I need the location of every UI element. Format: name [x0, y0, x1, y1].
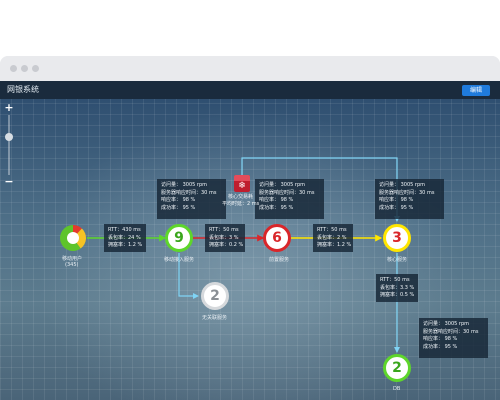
stat-row: 拥塞率：1.2 %	[317, 242, 352, 249]
core-node[interactable]: 3	[383, 224, 411, 252]
alert-label-line1: 核心交易耗	[228, 194, 254, 200]
stat-row: 访问量： 3005 rpm	[161, 182, 208, 188]
stat-row: 成功率： 95 %	[423, 343, 458, 350]
frontend-node[interactable]: 6	[263, 224, 291, 252]
service-stats-panel-access: 访问量： 3005 rpm 服务器响应时间：30 ms 响应率： 98 % 成功…	[157, 179, 226, 219]
link-stats-panel-front-core: RTT：50 ms 丢包率：2 % 拥塞率：1.2 %	[313, 224, 353, 252]
stat-row: 成功率： 95 %	[379, 204, 414, 211]
frontend-label: 前置服务	[269, 257, 290, 263]
link-stats-panel-core-db: RTT：50 ms 丢包率：3.3 % 拥塞率：0.5 %	[376, 274, 418, 302]
mobile-user-pie-hole	[67, 232, 79, 244]
stat-row: 访问量： 3005 rpm	[259, 182, 306, 188]
stat-row: 响应率： 98 %	[379, 197, 414, 204]
link-stats-panel-user-access: RTT：430 ms 丢包率：24 % 拥塞率：1.2 %	[104, 224, 146, 252]
mobile-access-node[interactable]: 9	[165, 224, 193, 252]
mobile-user-label: 移动用户	[62, 256, 83, 262]
alert-label-line2: 平均时延：2 ms	[222, 201, 260, 207]
stat-row: 响应率： 98 %	[259, 197, 294, 204]
window-dot[interactable]	[10, 65, 17, 72]
link-stats-panel-access-front: RTT：50 ms 丢包率：3 % 拥塞率：0.2 %	[205, 224, 245, 252]
stat-row: 响应率： 98 %	[161, 197, 196, 204]
service-stats-panel-core: 访问量： 3005 rpm 服务器响应时间：30 ms 响应率： 98 % 成功…	[375, 179, 444, 219]
stat-row: 访问量： 3005 rpm	[379, 182, 426, 188]
mobile-user-count: (345)	[65, 262, 79, 268]
stat-row: RTT：50 ms	[380, 277, 410, 283]
snowflake-alert-icon: ❄	[238, 181, 246, 191]
core-label: 核心服务	[387, 257, 408, 263]
window-dot[interactable]	[21, 65, 28, 72]
stat-row: RTT：50 ms	[317, 227, 347, 233]
db-node[interactable]: 2	[383, 354, 411, 382]
browser-chrome	[0, 56, 500, 81]
topology-app: 网银系统 编辑 + − 访问量： 3005 rpm 服务器响应时间：30 ms …	[0, 81, 500, 400]
mobile-user-pie[interactable]	[59, 224, 87, 252]
stat-row: 拥塞率：0.2 %	[209, 242, 244, 249]
service-stats-panel-db: 访问量： 3005 rpm 服务器响应时间：30 ms 响应率： 98 % 成功…	[419, 318, 488, 358]
unrelated-label: 无关联服务	[202, 315, 228, 321]
stat-row: RTT：50 ms	[209, 227, 239, 233]
stat-row: 拥塞率：1.2 %	[108, 242, 143, 249]
window-dot[interactable]	[32, 65, 39, 72]
stat-row: 拥塞率：0.5 %	[380, 292, 415, 299]
browser-window: 网银系统 编辑 + − 访问量： 3005 rpm 服务器响应时间：30 ms …	[0, 56, 500, 400]
stat-row: 访问量： 3005 rpm	[423, 321, 470, 327]
stat-row: RTT：430 ms	[108, 227, 141, 233]
mobile-access-label: 移动接入服务	[164, 257, 195, 263]
unrelated-node[interactable]: 2	[201, 282, 229, 310]
service-stats-panel-front: 访问量： 3005 rpm 服务器响应时间：30 ms 响应率： 98 % 成功…	[255, 179, 324, 219]
stat-row: 成功率： 95 %	[259, 204, 294, 211]
stat-row: 成功率： 95 %	[161, 204, 196, 211]
stat-row: 响应率： 98 %	[423, 336, 458, 343]
db-label: DB	[393, 386, 401, 392]
